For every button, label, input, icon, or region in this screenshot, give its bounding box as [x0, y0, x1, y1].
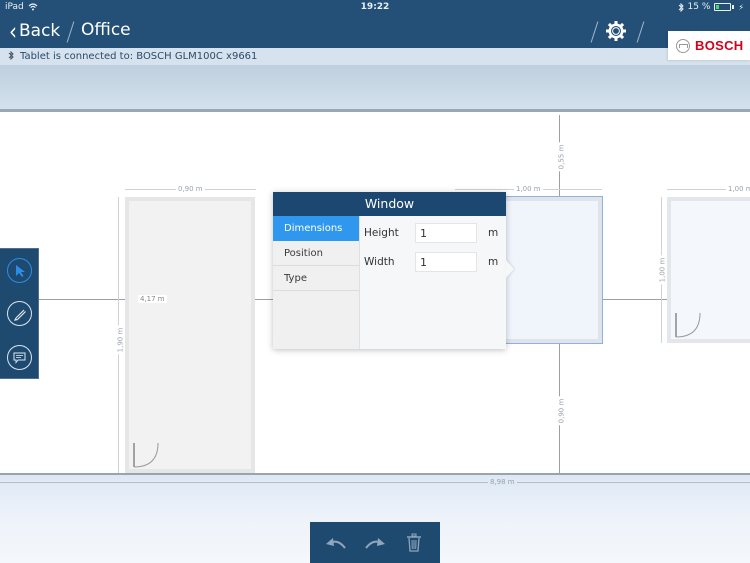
back-button[interactable]: ‹ Back [9, 16, 61, 46]
toolbar-separator [590, 21, 599, 43]
undo-icon [325, 537, 346, 549]
brand-name: BOSCH [695, 38, 744, 53]
bluetooth-icon [8, 50, 14, 63]
window-properties-popup: Window Dimensions Position Type Height m… [273, 192, 514, 349]
wall-length-label: 8,98 m [488, 478, 517, 486]
select-tool-button[interactable] [7, 258, 32, 283]
chevron-left-icon: ‹ [9, 16, 17, 46]
battery-icon [714, 3, 732, 11]
charging-icon: ⚡ [738, 2, 744, 12]
tab-dimensions[interactable]: Dimensions [273, 216, 359, 241]
width-unit: m [488, 256, 499, 268]
page-title: Office [81, 20, 131, 40]
window-element-selected[interactable] [499, 196, 603, 344]
right-height-label: 1,00 m [658, 255, 667, 285]
comment-icon [13, 352, 26, 364]
battery-tip [732, 5, 735, 9]
popup-title: Window [273, 192, 506, 216]
bosch-armature-icon [676, 38, 690, 53]
toolbar-separator [636, 21, 645, 43]
pencil-icon [13, 309, 26, 321]
width-input[interactable] [415, 252, 477, 272]
gear-icon[interactable] [604, 19, 628, 43]
tab-type[interactable]: Type [273, 266, 359, 291]
window-bottom-offset-label: 0,90 m [557, 396, 566, 426]
tool-palette [0, 248, 39, 379]
popup-tab-list: Dimensions Position Type [273, 216, 360, 349]
bottom-toolbar [310, 522, 440, 563]
window-top-offset-label: 0,55 m [557, 142, 566, 172]
app-header: iPad 19:22 15 % ⚡ ‹ Back Office [0, 0, 750, 48]
bosch-logo: BOSCH [668, 31, 750, 60]
comment-tool-button[interactable] [7, 345, 32, 370]
delete-button[interactable] [399, 528, 429, 558]
height-input[interactable] [415, 223, 477, 243]
height-unit: m [488, 227, 499, 239]
right-width-label: 1,00 m [726, 185, 750, 193]
door-element[interactable] [125, 197, 255, 473]
cursor-arrow-icon [15, 264, 25, 277]
status-bar: iPad 19:22 15 % ⚡ [0, 0, 750, 16]
window-element[interactable] [667, 197, 750, 343]
door-swing-icon [133, 442, 159, 468]
draw-tool-button[interactable] [7, 301, 32, 326]
redo-button[interactable] [360, 528, 390, 558]
popup-pointer [506, 260, 514, 278]
battery-percent: 15 % [687, 2, 711, 12]
breadcrumb-separator [66, 21, 75, 43]
window-width-label: 1,00 m [514, 185, 543, 193]
toolbar-band [0, 65, 750, 112]
tab-position[interactable]: Position [273, 241, 359, 266]
height-label: Height [364, 227, 399, 239]
redo-icon [365, 537, 385, 549]
door-swing-icon [675, 312, 701, 338]
height-field-row: Height m [364, 223, 498, 243]
connection-text: Tablet is connected to: BOSCH GLM100C x9… [20, 51, 258, 62]
width-label: Width [364, 256, 395, 268]
connection-status-bar: Tablet is connected to: BOSCH GLM100C x9… [0, 48, 750, 65]
width-field-row: Width m [364, 252, 498, 272]
offset-left-label: 4,17 m [138, 295, 167, 303]
door-width-label: 0,90 m [176, 185, 205, 193]
undo-button[interactable] [321, 528, 351, 558]
clock: 19:22 [360, 2, 390, 12]
back-label: Back [19, 21, 61, 41]
wall-length-line [0, 482, 750, 483]
door-height-label: 1,90 m [116, 325, 125, 355]
trash-icon [407, 533, 422, 552]
bluetooth-icon [678, 2, 684, 12]
